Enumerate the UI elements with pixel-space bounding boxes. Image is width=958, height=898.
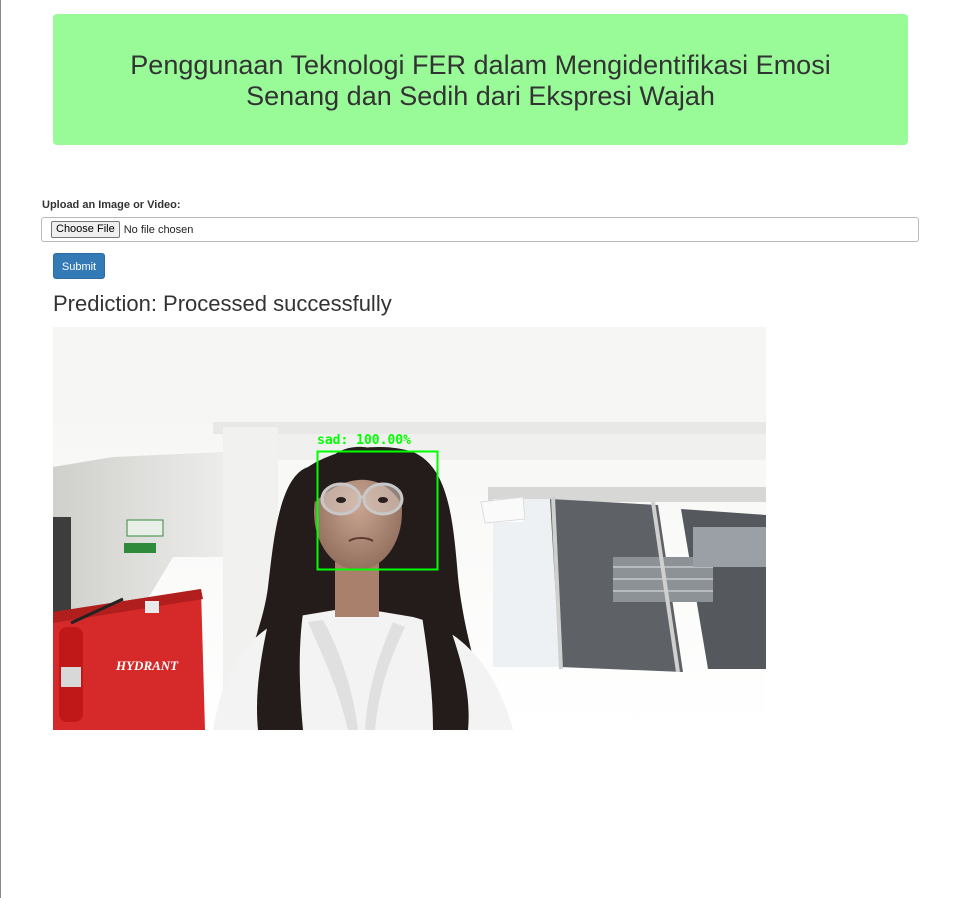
header-banner: Penggunaan Teknologi FER dalam Mengident… xyxy=(53,14,908,145)
submit-button[interactable]: Submit xyxy=(53,253,105,279)
file-input[interactable]: Choose File No file chosen xyxy=(41,217,919,242)
choose-file-button[interactable]: Choose File xyxy=(51,221,120,238)
face-emotion-label: sad: 100.00% xyxy=(317,433,411,448)
file-status-text: No file chosen xyxy=(123,223,194,236)
upload-label: Upload an Image or Video: xyxy=(42,199,181,211)
result-image: HYDRANT sad: 100.00% xyxy=(53,327,766,730)
prediction-text: Prediction: Processed successfully xyxy=(53,291,392,316)
result-photo: HYDRANT sad: 100.00% xyxy=(53,327,766,730)
hydrant-sign-text: HYDRANT xyxy=(115,658,179,673)
page-title: Penggunaan Teknologi FER dalam Mengident… xyxy=(130,49,831,111)
page-left-border xyxy=(0,0,1,898)
